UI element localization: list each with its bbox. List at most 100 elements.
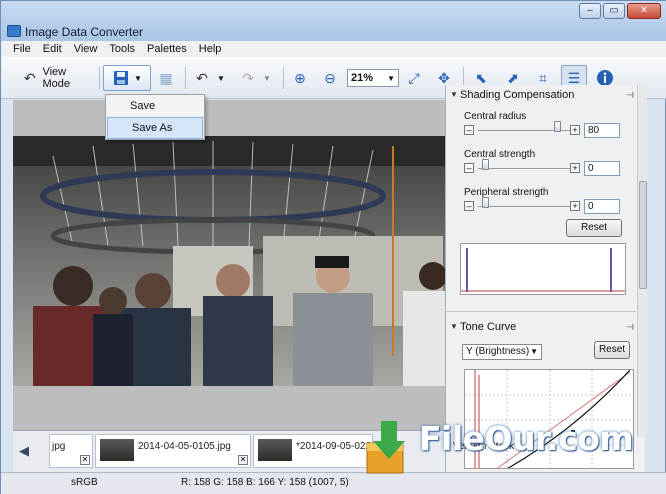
window-controls: – ▭ ✕ [579,3,661,19]
menu-tools[interactable]: Tools [103,41,141,57]
fit-window-icon: ⤢ [408,69,420,86]
undo-icon: ↶ [196,69,208,86]
zoom-value: 21% [351,72,374,84]
tone-curve-reset-button[interactable]: Reset [594,341,630,359]
tone-curve-channel-select[interactable]: Y (Brightness) ▼ [462,344,542,360]
menu-file[interactable]: File [7,41,37,57]
undo-dropdown-button[interactable]: ▼ [215,65,227,91]
zoom-in-button[interactable]: ⊕ [289,65,311,91]
redo-button[interactable]: ↷ [237,65,259,91]
redo-icon: ↷ [242,69,254,86]
undo-button[interactable]: ↶ [191,65,213,91]
pin-icon[interactable]: ⊣ [626,319,634,335]
filmstrip-item-name: *2014-09-05-022 [296,441,372,452]
watermark: FileOur.com [361,417,666,481]
slider-track [478,168,570,169]
central-radius-field[interactable]: 80 [584,123,620,138]
save-dropdown-menu: Save Save As [105,94,205,140]
toolbar-separator [283,67,284,89]
slider-thumb[interactable] [482,197,489,208]
zoom-in-icon: ⊕ [294,69,306,86]
menu-help[interactable]: Help [193,41,228,57]
menu-bar: File Edit View Tools Palettes Help [1,41,666,57]
menu-view[interactable]: View [68,41,104,57]
watermark-logo-icon [366,421,405,474]
remove-item-icon[interactable]: ✕ [80,455,90,465]
chevron-down-icon: ▼ [263,73,271,83]
histogram [460,243,626,295]
filmstrip-item-name: 2014-04-05-0105.jpg [138,441,231,452]
menu-item-save[interactable]: Save [106,95,204,117]
slider-thumb[interactable] [482,159,489,170]
fit-to-window-button[interactable]: ⤢ [403,65,425,91]
peripheral-strength-label: Peripheral strength [464,187,549,198]
menu-palettes[interactable]: Palettes [141,41,193,57]
pin-icon[interactable]: ⊣ [626,87,634,103]
title-bar: Image Data Converter – ▭ ✕ [1,1,666,41]
filmstrip-item-name: jpg [52,441,66,452]
zoom-select[interactable]: 21% ▼ [347,69,399,87]
increase-button[interactable]: + [570,163,580,173]
pixel-readout: R: 158 G: 158 B: 166 Y: 158 (1007, 5) [181,477,349,488]
save-dropdown-arrow-icon[interactable]: ▼ [134,74,142,83]
filmstrip-item[interactable]: 2014-04-05-0105.jpg ✕ [95,434,251,468]
view-mode-button[interactable]: ↶ View Mode [21,65,95,91]
view-mode-label: View Mode [42,66,70,90]
remove-item-icon[interactable]: ✕ [238,455,248,465]
preview-photo [13,136,445,386]
adjustment-panel: ▼ Shading Compensation ⊣ Central radius … [445,85,645,472]
thumbnail-image [258,439,292,461]
shading-compensation-header[interactable]: ▼ Shading Compensation ⊣ [446,87,636,103]
central-strength-field[interactable]: 0 [584,161,620,176]
colorspace-label: sRGB [71,477,98,488]
central-radius-label: Central radius [464,111,527,122]
filmstrip-item[interactable]: jpg ✕ [49,434,93,468]
toolbar-separator [99,67,100,89]
chevron-down-icon: ▼ [530,347,538,356]
tone-curve-title: Tone Curve [460,321,517,333]
central-strength-slider[interactable]: – + 0 [464,159,624,177]
grid-icon: ▦ [159,69,173,86]
decrease-button[interactable]: – [464,163,474,173]
watermark-text: FileOur.com [419,419,634,458]
tone-curve-header[interactable]: ▼ Tone Curve ⊣ [446,319,636,335]
scrollbar-thumb[interactable] [639,181,647,289]
grid-view-button[interactable]: ▦ [153,65,179,91]
chevron-down-icon: ▼ [387,73,395,83]
peripheral-strength-slider[interactable]: – + 0 [464,197,624,215]
peripheral-strength-field[interactable]: 0 [584,199,620,214]
minimize-button[interactable]: – [579,3,601,19]
central-radius-slider[interactable]: – + 80 [464,121,624,139]
window-title: Image Data Converter [25,25,144,39]
section-divider [446,311,636,312]
floppy-disk-icon [112,69,130,87]
undo-arrow-icon: ↶ [23,69,36,86]
decrease-button[interactable]: – [464,201,474,211]
zoom-out-button[interactable]: ⊖ [319,65,341,91]
collapse-triangle-icon: ▼ [450,90,458,99]
filmstrip-item[interactable]: *2014-09-05-022 [253,434,373,468]
close-button[interactable]: ✕ [627,3,661,19]
shading-reset-button[interactable]: Reset [566,219,622,237]
slider-track [478,206,570,207]
decrease-button[interactable]: – [464,125,474,135]
redo-dropdown-button[interactable]: ▼ [261,65,273,91]
app-window: Image Data Converter – ▭ ✕ File Edit Vie… [0,0,666,494]
app-logo-icon [7,25,21,37]
thumbnail-image [100,439,134,461]
maximize-button[interactable]: ▭ [603,3,625,19]
slider-thumb[interactable] [554,121,561,132]
tone-curve-channel-value: Y (Brightness) [466,346,530,357]
filmstrip-prev-arrow-icon[interactable]: ◀ [15,443,33,461]
save-button[interactable]: ▼ [103,65,151,91]
menu-item-save-as[interactable]: Save As [107,117,203,139]
central-strength-label: Central strength [464,149,536,160]
zoom-out-icon: ⊖ [324,69,336,86]
increase-button[interactable]: + [570,201,580,211]
collapse-triangle-icon: ▼ [450,322,458,331]
menu-edit[interactable]: Edit [37,41,68,57]
toolbar-separator [185,67,186,89]
panel-scrollbar[interactable] [637,85,647,437]
shading-compensation-title: Shading Compensation [460,89,575,101]
increase-button[interactable]: + [570,125,580,135]
